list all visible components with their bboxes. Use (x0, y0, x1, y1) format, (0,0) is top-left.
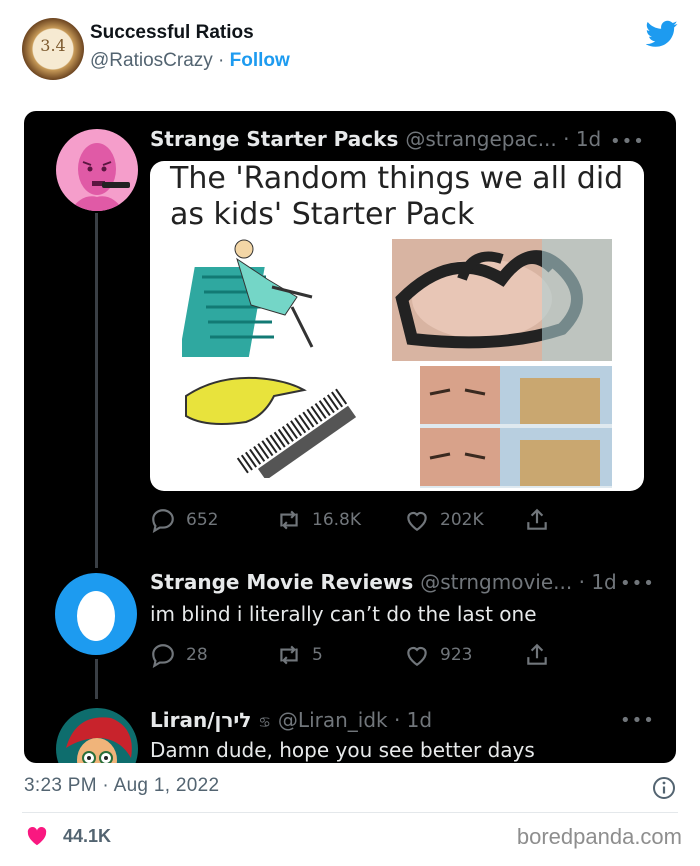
wojak-avatar[interactable] (56, 129, 138, 211)
reply-count: 652 (186, 510, 219, 530)
author-name[interactable]: Strange Starter Packs (150, 127, 398, 151)
share-button[interactable] (524, 642, 550, 668)
like-count: 202K (440, 510, 484, 530)
thread-screenshot: Strange Starter Packs @strangepac... · 1… (24, 111, 676, 763)
meme-title: The 'Random things we all did as kids' S… (170, 161, 624, 232)
account-avatar[interactable]: 3.4 (22, 18, 84, 80)
like-button[interactable]: 202K (404, 507, 484, 533)
face-photo (392, 239, 612, 361)
retweet-count: 5 (312, 645, 323, 665)
heart-icon[interactable] (26, 826, 48, 846)
follow-button[interactable]: Follow (230, 50, 290, 71)
thread-line (95, 659, 98, 699)
heart-outline-icon (407, 511, 427, 532)
retweet-button[interactable]: 16.8K (276, 507, 361, 533)
reply-icon (152, 509, 174, 533)
retweet-button[interactable]: 5 (276, 642, 323, 668)
reply-button[interactable]: 28 (150, 642, 208, 668)
reply-button[interactable]: 652 (150, 507, 218, 533)
avatar-text: 3.4 (40, 36, 66, 55)
starter-pack-image[interactable]: The 'Random things we all did as kids' S… (150, 161, 644, 491)
lounger-picture (182, 239, 314, 357)
tweet-actions: 28 5 923 (150, 642, 630, 670)
retweet-icon (280, 645, 298, 665)
thread-line (95, 213, 98, 568)
reply-count: 28 (186, 645, 208, 665)
author-meta: @Liran_idk · 1d (277, 708, 433, 732)
more-options-icon[interactable]: ••• (620, 710, 655, 731)
share-icon (527, 643, 547, 665)
like-button[interactable]: 923 (404, 642, 472, 668)
retweet-icon (280, 510, 298, 530)
more-options-icon[interactable]: ••• (610, 131, 645, 152)
embed-header: 3.4 Successful Ratios @RatiosCrazy · Fol… (22, 16, 682, 80)
comb-picture (185, 376, 357, 478)
tweet-actions: 652 16.8K 202K (150, 507, 630, 535)
faces-buildings-photo (420, 366, 612, 488)
info-icon[interactable] (652, 776, 676, 800)
more-options-icon[interactable]: ••• (620, 573, 655, 594)
footer-divider (22, 812, 678, 813)
handle-row: @RatiosCrazy · Follow (90, 50, 290, 72)
default-egg-avatar[interactable] (55, 573, 137, 655)
tweet-text: im blind i literally can’t do the last o… (150, 602, 537, 626)
twitter-bird-icon[interactable] (646, 20, 678, 48)
author-name[interactable]: Liran/לירן (150, 708, 251, 732)
retweet-count: 16.8K (312, 510, 361, 530)
like-count: 923 (440, 645, 473, 665)
reply-icon (152, 644, 174, 668)
account-name[interactable]: Successful Ratios (90, 22, 254, 44)
heart-outline-icon (407, 646, 427, 667)
tweet-author[interactable]: Strange Movie Reviews @strngmovie... · 1… (150, 570, 617, 594)
liran-avatar[interactable] (56, 708, 138, 763)
watermark: boredpanda.com (516, 824, 682, 849)
like-total[interactable]: 44.1K (63, 826, 111, 847)
share-button[interactable] (524, 507, 550, 533)
tweet-author[interactable]: Liran/לירן ♋ @Liran_idk · 1d (150, 708, 432, 732)
post-timestamp[interactable]: 3:23 PM · Aug 1, 2022 (24, 775, 219, 797)
author-name[interactable]: Strange Movie Reviews (150, 570, 413, 594)
account-handle[interactable]: @RatiosCrazy (90, 50, 213, 71)
zodiac-badge: ♋ (258, 715, 271, 731)
handle-separator: · (212, 50, 230, 71)
author-meta: @strangepac... · 1d (405, 127, 602, 151)
author-meta: @strngmovie... · 1d (420, 570, 617, 594)
tweet-author[interactable]: Strange Starter Packs @strangepac... · 1… (150, 127, 601, 151)
share-icon (527, 508, 547, 530)
tweet-text: Damn dude, hope you see better days (150, 738, 535, 762)
